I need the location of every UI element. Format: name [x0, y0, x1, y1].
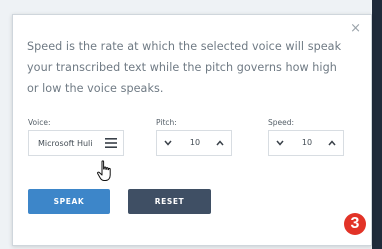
- chevron-up-icon: [328, 140, 336, 146]
- step-number-badge: 3: [344, 213, 366, 235]
- pitch-value[interactable]: 10: [179, 138, 211, 147]
- chevron-down-icon: [164, 140, 172, 146]
- reset-button[interactable]: RESET: [128, 189, 211, 214]
- voice-select[interactable]: Microsoft Huli: [28, 130, 124, 156]
- pitch-increment-button[interactable]: [209, 131, 231, 155]
- screen: × Speed is the rate at which the selecte…: [0, 0, 382, 249]
- hand-pointer-icon: [97, 160, 111, 181]
- chevron-up-icon: [216, 140, 224, 146]
- settings-description: Speed is the rate at which the selected …: [27, 40, 342, 95]
- close-icon[interactable]: ×: [350, 22, 361, 35]
- pitch-label: Pitch:: [156, 118, 177, 127]
- voice-label: Voice:: [28, 118, 51, 127]
- chevron-down-icon: [276, 140, 284, 146]
- speed-value[interactable]: 10: [291, 138, 323, 147]
- speed-increment-button[interactable]: [321, 131, 343, 155]
- backdrop: [372, 0, 382, 249]
- voice-select-value: Microsoft Huli: [38, 139, 93, 148]
- speed-decrement-button[interactable]: [269, 131, 291, 155]
- pitch-stepper: 10: [156, 130, 232, 156]
- speed-label: Speed:: [268, 118, 295, 127]
- menu-icon[interactable]: [105, 138, 117, 148]
- speed-stepper: 10: [268, 130, 344, 156]
- speak-button[interactable]: SPEAK: [28, 189, 110, 214]
- pitch-decrement-button[interactable]: [157, 131, 179, 155]
